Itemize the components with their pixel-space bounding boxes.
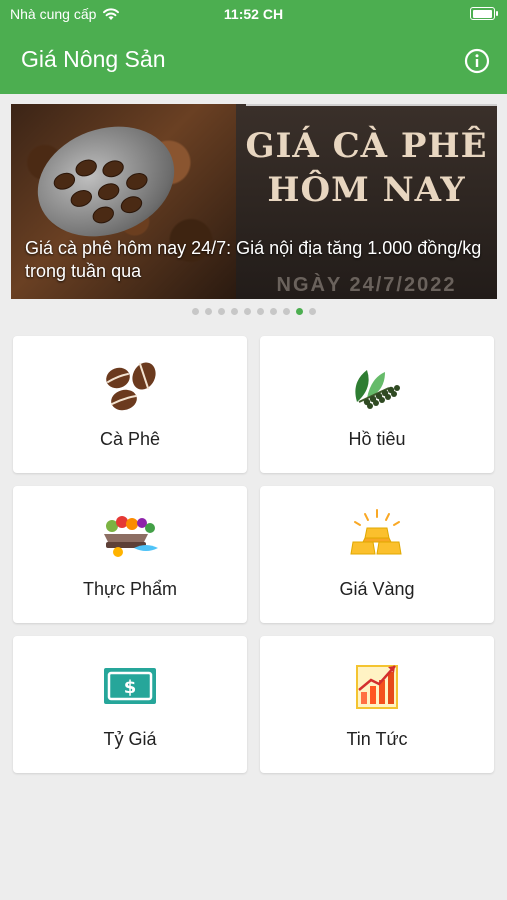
banner-headline-line2: HÔM NAY — [267, 170, 466, 210]
status-bar: Nhà cung cấp 11:52 CH — [0, 0, 507, 28]
menu-tile-label: Tin Tức — [346, 729, 408, 749]
menu-tile-exchange-rate[interactable]: $ Tỷ Giá — [13, 636, 247, 773]
menu-tile-label: Hồ tiêu — [348, 429, 406, 449]
gold-bars-icon — [350, 509, 402, 555]
carousel-dot[interactable] — [282, 308, 290, 315]
menu-tile-coffee[interactable]: Cà Phê — [13, 336, 247, 473]
status-time: 11:52 CH — [223, 6, 284, 22]
banner-headline-line1: GIÁ CÀ PHÊ — [245, 126, 488, 166]
spoon-image — [22, 108, 190, 255]
menu-tile-label: Cà Phê — [99, 429, 161, 449]
app-title: Giá Nông Sản — [21, 46, 166, 72]
pepper-icon — [355, 370, 400, 409]
carousel-dot[interactable] — [243, 308, 251, 315]
info-icon[interactable] — [464, 48, 490, 74]
carousel-dot[interactable] — [295, 308, 303, 315]
menu-tile-label: Tỷ Giá — [103, 729, 157, 749]
svg-text:$: $ — [124, 677, 137, 698]
banner-headline: GIÁ CÀ PHÊ HÔM NAY — [236, 124, 497, 212]
menu-tile-news[interactable]: Tin Tức — [260, 636, 494, 773]
menu-tile-pepper[interactable]: Hồ tiêu — [260, 336, 494, 473]
carousel-page-indicator[interactable] — [0, 308, 507, 315]
dollar-bill-icon: $ — [104, 668, 156, 704]
carousel-dot[interactable] — [308, 308, 316, 315]
carousel-dot[interactable] — [191, 308, 199, 315]
food-icon — [104, 516, 158, 557]
battery-icon — [470, 7, 498, 20]
carousel-dot[interactable] — [204, 308, 212, 315]
carousel-dot[interactable] — [230, 308, 238, 315]
news-banner[interactable]: GIÁ CÀ PHÊ HÔM NAY NGÀY 24/7/2022 Giá cà… — [11, 104, 497, 299]
carousel-dot[interactable] — [217, 308, 225, 315]
menu-tile-label: Thực Phẩm — [82, 579, 178, 599]
battery-level — [472, 9, 492, 18]
app-bar: Giá Nông Sản — [0, 28, 507, 94]
coffee-beans-icon — [106, 362, 156, 411]
carousel-dot[interactable] — [256, 308, 264, 315]
menu-tile-gold[interactable]: Giá Vàng — [260, 486, 494, 623]
banner-caption[interactable]: Giá cà phê hôm nay 24/7: Giá nội địa tăn… — [25, 237, 485, 283]
news-chart-icon — [356, 665, 398, 709]
menu-tile-label: Giá Vàng — [339, 579, 415, 599]
carousel-dot[interactable] — [269, 308, 277, 315]
menu-tile-food[interactable]: Thực Phẩm — [13, 486, 247, 623]
